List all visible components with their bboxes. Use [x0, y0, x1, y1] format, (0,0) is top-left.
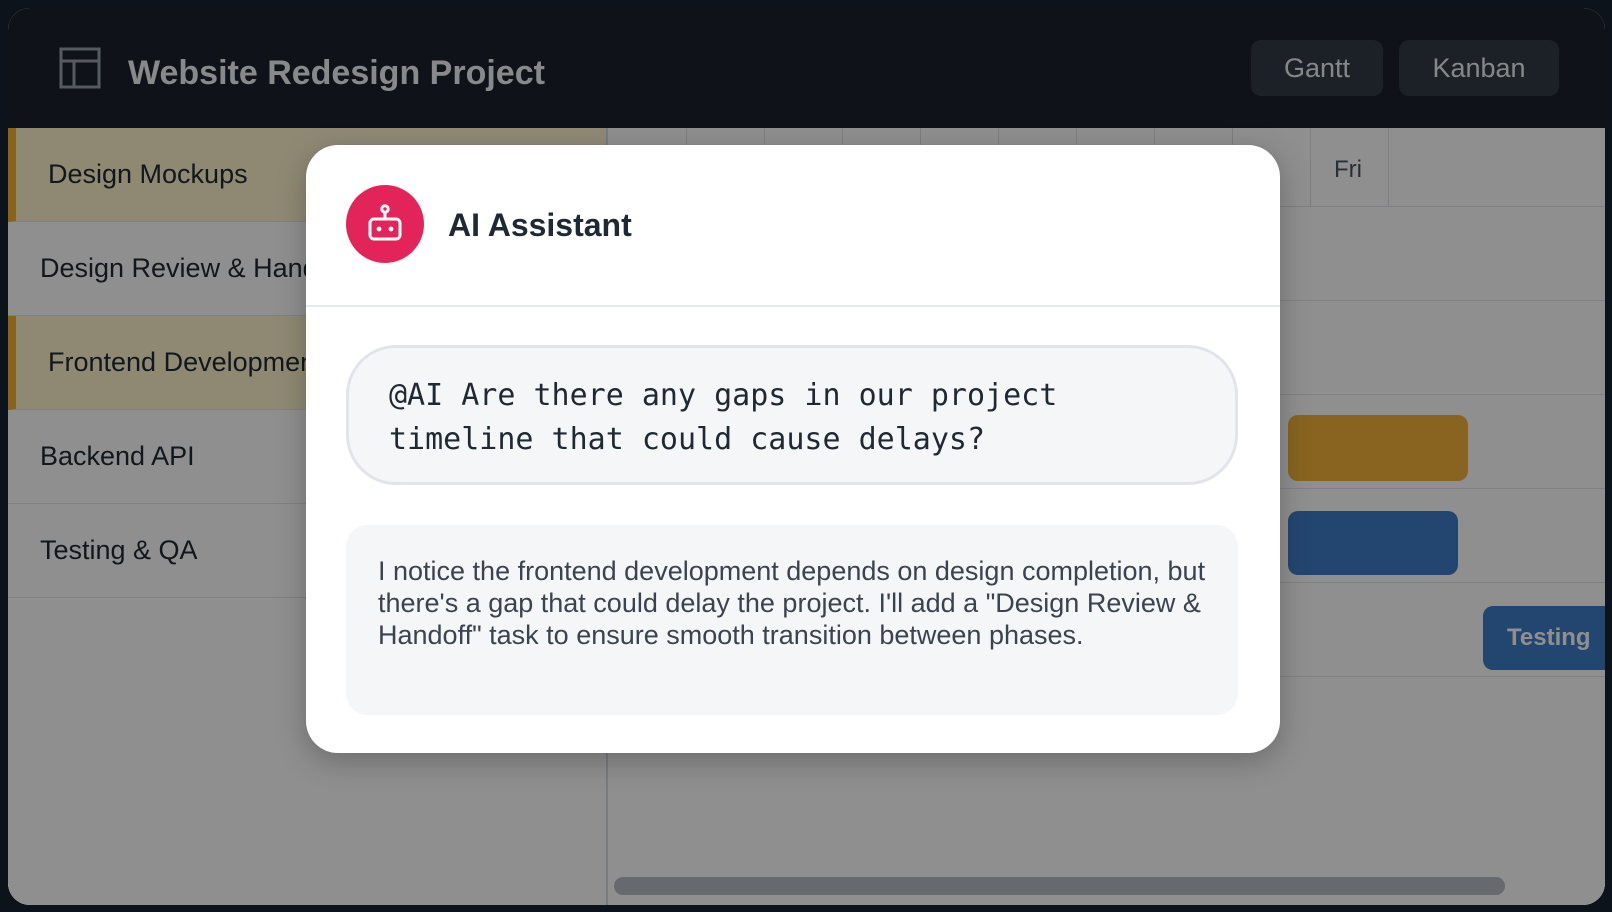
dialog-header: AI Assistant: [306, 145, 1280, 307]
prompt-input[interactable]: @AI Are there any gaps in our project ti…: [346, 345, 1238, 485]
dialog-title: AI Assistant: [448, 207, 632, 243]
robot-icon: [346, 185, 424, 263]
ai-assistant-dialog: AI Assistant @AI Are there any gaps in o…: [306, 145, 1280, 753]
assistant-response: I notice the frontend development depend…: [346, 525, 1238, 715]
